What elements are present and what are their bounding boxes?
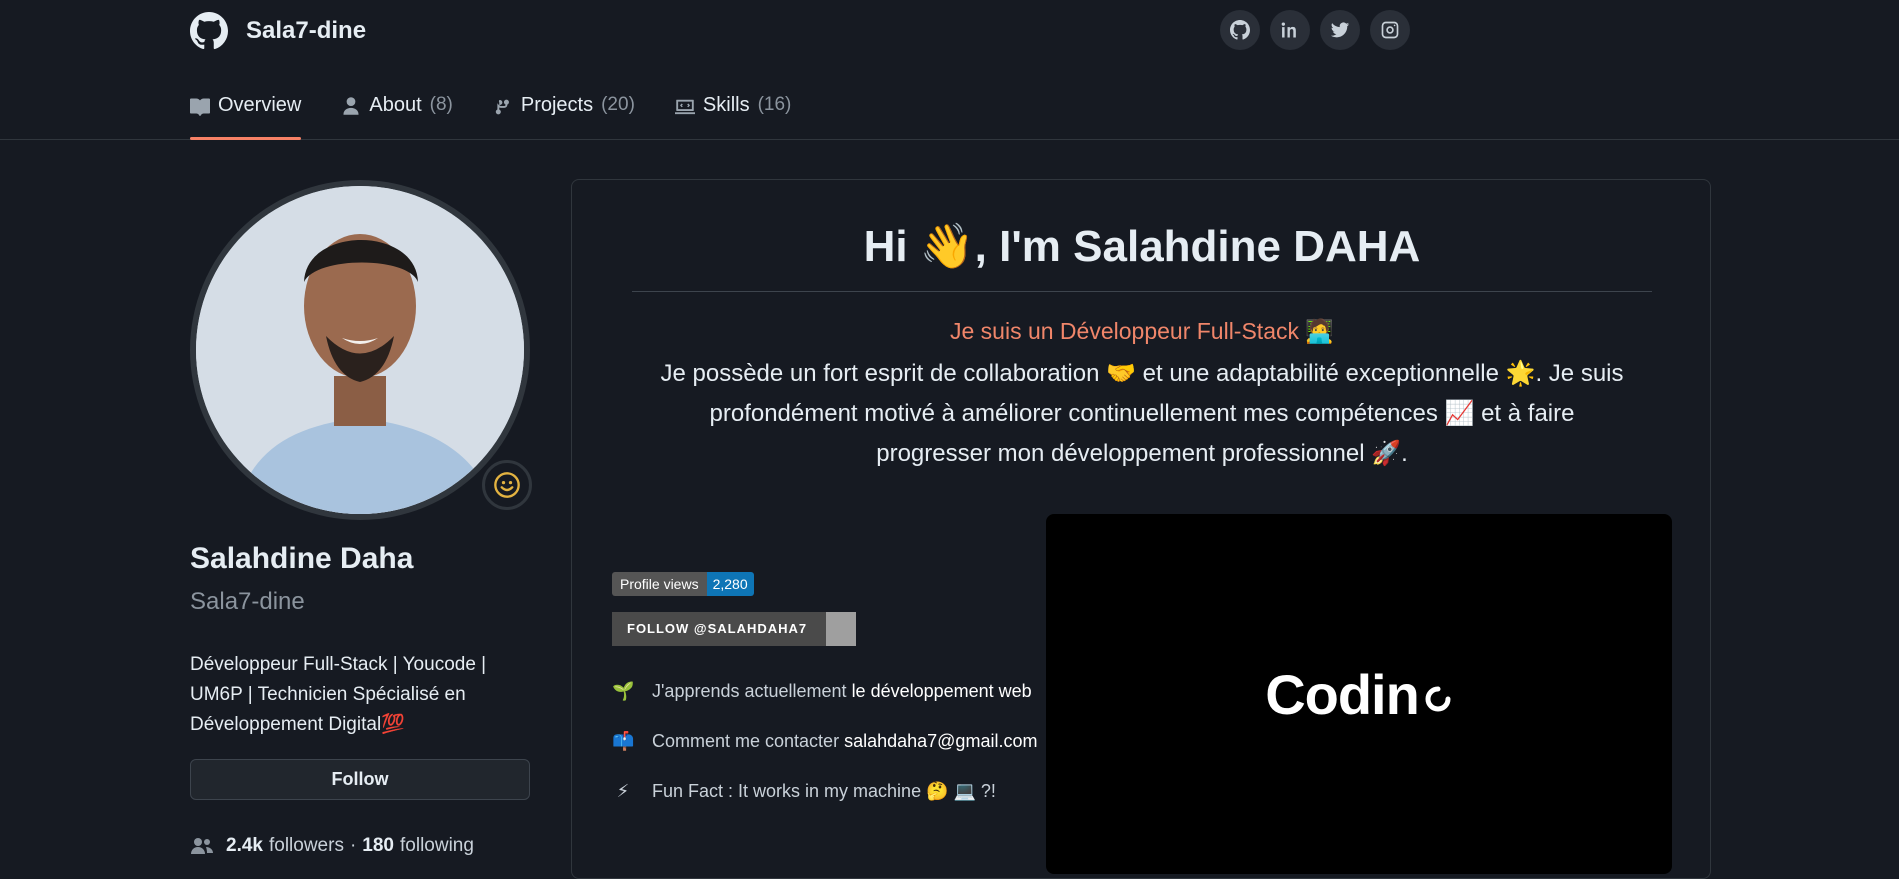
tab-projects-label: Projects (520, 94, 594, 116)
profile-views-badge: Profile views 2,280 (612, 572, 754, 596)
lightning-icon: ⚡ (616, 781, 630, 801)
readme-tagline: Je suis un Développeur Full-Stack 🧑‍💻 (949, 318, 1335, 344)
linkedin-link[interactable] (1270, 10, 1310, 50)
profile-login: Sala7-dine (190, 588, 305, 615)
readme-intro: Je possède un fort esprit de collaborati… (660, 360, 1624, 467)
header-username: Sala7-dine (246, 17, 367, 44)
follow-badge-count (826, 612, 856, 646)
github-logo-icon (190, 12, 228, 50)
readme-title: Hi 👋, I'm Salahdine DAHA (863, 222, 1421, 271)
smiley-icon (494, 472, 520, 498)
profile-readme: Hi 👋, I'm Salahdine DAHA Je suis un Déve… (571, 179, 1711, 879)
avatar[interactable] (196, 186, 524, 514)
tab-skills-count: (16) (757, 94, 792, 115)
follow-badge-label: FOLLOW @SALAHDAHA7 (612, 612, 826, 646)
code-laptop-icon (674, 99, 695, 115)
avatar-frame (190, 180, 530, 520)
coding-animation-text: Codin (1265, 662, 1420, 726)
follow-badge[interactable]: FOLLOW @SALAHDAHA7 (612, 612, 856, 646)
tab-about-count: (8) (429, 94, 453, 115)
fact-contact: 📫 Comment me contacter salahdaha7@gmail.c… (612, 731, 1037, 752)
followers-count[interactable]: 2.4k (226, 835, 263, 857)
readme-divider (632, 291, 1652, 292)
mailbox-icon: 📫 (612, 731, 635, 751)
coding-animation: Codin (1046, 514, 1672, 874)
tab-overview[interactable]: Overview (190, 88, 302, 140)
tab-projects-count: (20) (601, 94, 635, 115)
fact-funfact-text: Fun Fact : It works in my machine 🤔 💻 ?! (652, 781, 996, 801)
seedling-icon: 🌱 (612, 681, 635, 701)
fact-funfact: ⚡ Fun Fact : It works in my machine 🤔 💻 … (612, 781, 996, 802)
tab-skills[interactable]: Skills (16) (674, 88, 792, 139)
tab-about-label: About (369, 94, 422, 116)
twitter-link[interactable] (1320, 10, 1360, 50)
follow-button[interactable]: Follow (190, 759, 530, 800)
profile-views-label: Profile views (612, 572, 707, 596)
fact-learning-highlight: le développement web (851, 681, 1032, 701)
follow-stats: 2.4k followers · 180 following (190, 834, 474, 858)
github-link[interactable] (1220, 10, 1260, 50)
instagram-icon (1381, 21, 1399, 39)
git-branch-icon (495, 99, 509, 115)
set-status-button[interactable] (482, 460, 532, 510)
spinner-icon (1425, 686, 1451, 712)
github-icon (1230, 20, 1250, 40)
fact-learning: 🌱 J'apprends actuellement le développemen… (612, 681, 1032, 702)
followers-label[interactable]: followers (269, 835, 344, 857)
profile-views-count: 2,280 (706, 572, 754, 596)
profile-bio: Développeur Full-Stack | Youcode | UM6P … (190, 654, 487, 735)
tab-projects[interactable]: Projects (20) (493, 88, 635, 139)
stats-separator: · (349, 835, 357, 856)
person-icon (343, 97, 359, 115)
following-count[interactable]: 180 (362, 835, 394, 857)
people-icon (191, 838, 213, 854)
tab-overview-label: Overview (218, 94, 302, 116)
tab-skills-label: Skills (702, 94, 750, 116)
book-icon (190, 98, 210, 116)
following-label[interactable]: following (400, 835, 474, 857)
profile-tabs: Overview About (8) Projects (20) Skills … (190, 88, 792, 140)
profile-name: Salahdine Daha (190, 542, 414, 575)
avatar-portrait-icon (196, 186, 524, 514)
instagram-link[interactable] (1370, 10, 1410, 50)
fact-learning-text: J'apprends actuellement (652, 681, 847, 701)
tab-about[interactable]: About (8) (341, 88, 453, 139)
top-header: Sala7-dine Overview About (8) Projects (… (0, 0, 1899, 140)
twitter-icon (1330, 22, 1350, 38)
fact-contact-email[interactable]: salahdaha7@gmail.com (844, 731, 1037, 751)
social-links (1220, 10, 1410, 50)
fact-contact-text: Comment me contacter (652, 731, 840, 751)
brand[interactable]: Sala7-dine (190, 12, 366, 50)
linkedin-icon (1281, 22, 1296, 38)
